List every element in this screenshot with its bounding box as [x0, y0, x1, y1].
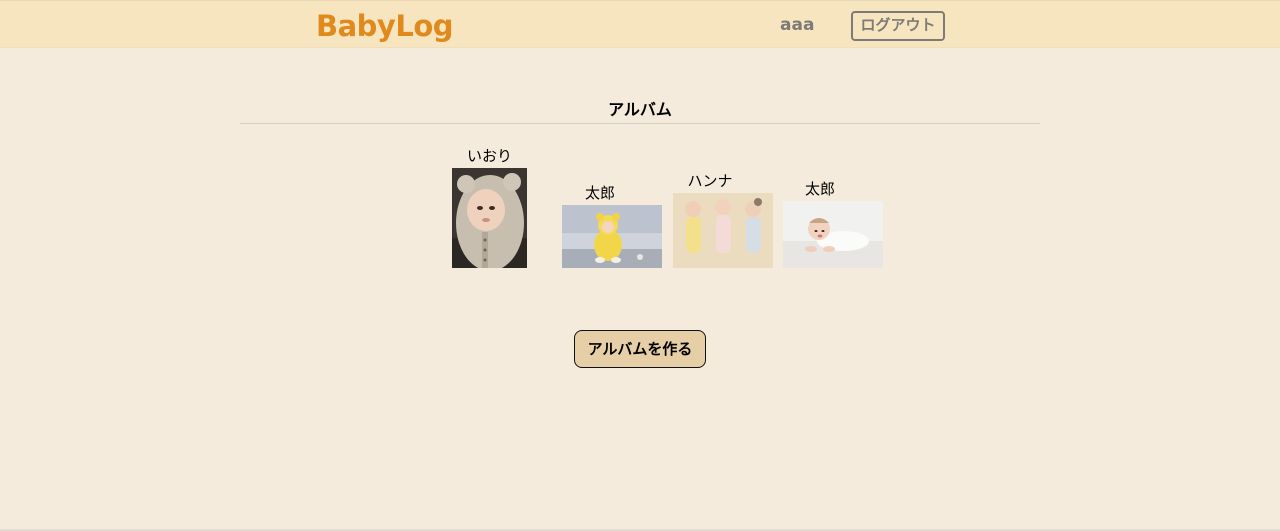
album-card-2[interactable]: 太郎: [562, 182, 662, 268]
album-card-1[interactable]: いおり: [452, 145, 527, 268]
logout-button[interactable]: ログアウト: [851, 11, 945, 41]
album-thumbnail[interactable]: [562, 205, 662, 268]
page-title: アルバム: [608, 100, 672, 119]
album-card-4[interactable]: 太郎: [783, 178, 883, 268]
album-thumbnail[interactable]: [783, 201, 883, 268]
title-divider: [240, 123, 1040, 124]
album-thumbnail[interactable]: [452, 168, 527, 268]
album-name: 太郎: [804, 180, 835, 198]
album-thumbnail[interactable]: [673, 193, 773, 268]
brand-logo[interactable]: BabyLog: [316, 9, 454, 43]
top-header: BabyLog aaa ログアウト: [0, 0, 1280, 48]
create-album-button[interactable]: アルバムを作る: [574, 330, 706, 368]
album-name: 太郎: [584, 184, 615, 202]
album-name: いおり: [466, 147, 512, 165]
album-name: ハンナ: [687, 172, 733, 190]
album-card-3[interactable]: ハンナ: [673, 170, 773, 268]
username-label: aaa: [780, 15, 815, 35]
